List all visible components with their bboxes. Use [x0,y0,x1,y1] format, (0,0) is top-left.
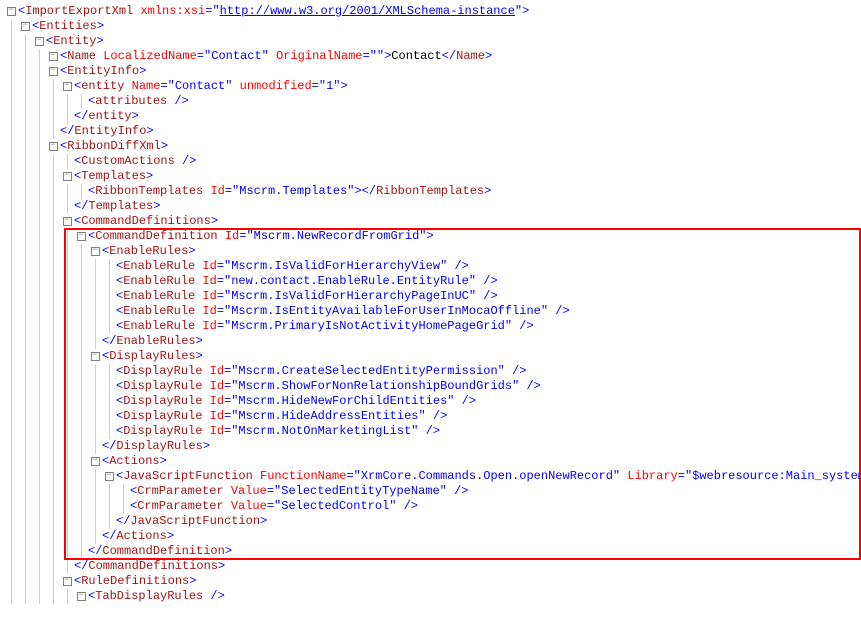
fold-toggle[interactable] [88,247,102,256]
code-line: </CommandDefinitions> [4,559,857,574]
code-content: <DisplayRule Id="Mscrm.ShowForNonRelatio… [116,379,541,394]
code-content: <DisplayRule Id="Mscrm.HideAddressEntiti… [116,409,447,424]
code-content: </Templates> [74,199,160,214]
fold-toggle[interactable] [46,142,60,151]
code-content: </JavaScriptFunction> [116,514,267,529]
code-line: <ImportExportXml xmlns:xsi="http://www.w… [4,4,857,19]
code-line: <entity Name="Contact" unmodified="1"> [4,79,857,94]
code-line: </EntityInfo> [4,124,857,139]
code-content: <DisplayRules> [102,349,203,364]
code-content: </Actions> [102,529,174,544]
code-content: <entity Name="Contact" unmodified="1"> [74,79,348,94]
code-content: <Entities> [32,19,104,34]
code-content: <attributes /> [88,94,189,109]
code-line: </entity> [4,109,857,124]
fold-toggle[interactable] [60,82,74,91]
code-content: <EnableRule Id="new.contact.EnableRule.E… [116,274,498,289]
code-content: <CommandDefinition Id="Mscrm.NewRecordFr… [88,229,434,244]
fold-toggle[interactable] [18,22,32,31]
fold-toggle[interactable] [102,472,116,481]
code-line: <RibbonTemplates Id="Mscrm.Templates"></… [4,184,857,199]
code-line: <EntityInfo> [4,64,857,79]
code-content: <EnableRule Id="Mscrm.PrimaryIsNotActivi… [116,319,534,334]
code-line: <DisplayRule Id="Mscrm.CreateSelectedEnt… [4,364,857,379]
code-line: </JavaScriptFunction> [4,514,857,529]
fold-toggle[interactable] [88,457,102,466]
code-content: <Templates> [74,169,153,184]
code-content: <EntityInfo> [60,64,146,79]
code-line: <TabDisplayRules /> [4,589,857,604]
fold-toggle[interactable] [4,7,18,16]
code-content: <CommandDefinitions> [74,214,218,229]
code-line: <CommandDefinitions> [4,214,857,229]
code-line: <DisplayRule Id="Mscrm.NotOnMarketingLis… [4,424,857,439]
code-content: </EntityInfo> [60,124,154,139]
fold-toggle[interactable] [60,172,74,181]
code-content: <DisplayRule Id="Mscrm.HideNewForChildEn… [116,394,476,409]
code-line: </EnableRules> [4,334,857,349]
code-line: <DisplayRule Id="Mscrm.ShowForNonRelatio… [4,379,857,394]
code-line: <EnableRules> [4,244,857,259]
fold-toggle[interactable] [46,52,60,61]
code-content: <CustomActions /> [74,154,196,169]
code-content: <EnableRule Id="Mscrm.IsEntityAvailableF… [116,304,570,319]
code-content: <ImportExportXml xmlns:xsi="http://www.w… [18,4,529,19]
fold-toggle[interactable] [46,67,60,76]
code-line: <DisplayRules> [4,349,857,364]
code-line: <RuleDefinitions> [4,574,857,589]
code-line: <EnableRule Id="Mscrm.IsEntityAvailableF… [4,304,857,319]
code-line: <EnableRule Id="Mscrm.IsValidForHierarch… [4,289,857,304]
code-content: <Entity> [46,34,104,49]
code-line: <CustomActions /> [4,154,857,169]
code-line: </CommandDefinition> [4,544,857,559]
code-content: <EnableRule Id="Mscrm.IsValidForHierarch… [116,289,498,304]
fold-toggle[interactable] [60,217,74,226]
code-content: <EnableRules> [102,244,196,259]
xml-code-view: <ImportExportXml xmlns:xsi="http://www.w… [4,4,857,604]
code-content: <JavaScriptFunction FunctionName="XrmCor… [116,469,861,484]
code-content: <RuleDefinitions> [74,574,196,589]
code-content: <Actions> [102,454,167,469]
code-content: <DisplayRule Id="Mscrm.NotOnMarketingLis… [116,424,440,439]
code-content: <RibbonTemplates Id="Mscrm.Templates"></… [88,184,491,199]
code-content: <EnableRule Id="Mscrm.IsValidForHierarch… [116,259,469,274]
fold-toggle[interactable] [74,592,88,601]
fold-toggle[interactable] [88,352,102,361]
code-line: <EnableRule Id="Mscrm.PrimaryIsNotActivi… [4,319,857,334]
code-line: </Templates> [4,199,857,214]
code-content: <TabDisplayRules /> [88,589,225,604]
code-line: </DisplayRules> [4,439,857,454]
code-line: <EnableRule Id="Mscrm.IsValidForHierarch… [4,259,857,274]
code-line: <attributes /> [4,94,857,109]
code-line: <DisplayRule Id="Mscrm.HideNewForChildEn… [4,394,857,409]
code-line: <Entity> [4,34,857,49]
code-content: </DisplayRules> [102,439,210,454]
code-line: <DisplayRule Id="Mscrm.HideAddressEntiti… [4,409,857,424]
code-line: <Entities> [4,19,857,34]
code-line: <JavaScriptFunction FunctionName="XrmCor… [4,469,857,484]
code-line: </Actions> [4,529,857,544]
code-content: <CrmParameter Value="SelectedEntityTypeN… [130,484,468,499]
code-line: <CrmParameter Value="SelectedEntityTypeN… [4,484,857,499]
code-content: <Name LocalizedName="Contact" OriginalNa… [60,49,492,64]
fold-toggle[interactable] [74,232,88,241]
code-line: <CommandDefinition Id="Mscrm.NewRecordFr… [4,229,857,244]
fold-toggle[interactable] [60,577,74,586]
code-content: </CommandDefinitions> [74,559,225,574]
code-line: <RibbonDiffXml> [4,139,857,154]
code-line: <Actions> [4,454,857,469]
code-content: <CrmParameter Value="SelectedControl" /> [130,499,418,514]
code-content: </CommandDefinition> [88,544,232,559]
code-line: <Name LocalizedName="Contact" OriginalNa… [4,49,857,64]
fold-toggle[interactable] [32,37,46,46]
code-content: <RibbonDiffXml> [60,139,168,154]
code-content: </EnableRules> [102,334,203,349]
code-line: <CrmParameter Value="SelectedControl" /> [4,499,857,514]
code-line: <Templates> [4,169,857,184]
code-line: <EnableRule Id="new.contact.EnableRule.E… [4,274,857,289]
code-content: </entity> [74,109,139,124]
code-content: <DisplayRule Id="Mscrm.CreateSelectedEnt… [116,364,527,379]
